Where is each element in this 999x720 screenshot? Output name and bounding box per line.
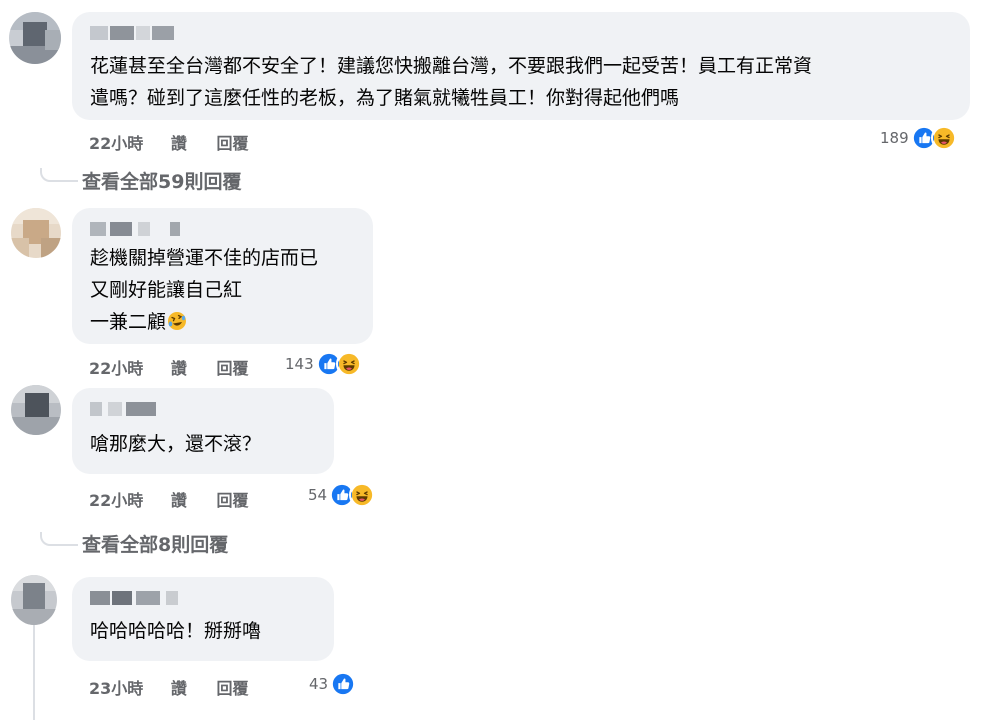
comment-actions: 22小時 讚 回覆 — [89, 355, 248, 379]
comment-bubble: 趁機關掉營運不佳的店而已 又剛好能讓自己紅 一兼二顧 — [72, 208, 373, 344]
comment-text: 哈哈哈哈哈！掰掰嚕 — [90, 620, 262, 642]
like-button[interactable]: 讚 — [171, 130, 187, 154]
reaction-summary[interactable]: 143 — [285, 351, 362, 377]
reply-connector — [40, 168, 78, 182]
comment-text: 花蓮甚至全台灣都不安全了！建議您快搬離台灣，不要跟我們一起受苦！員工有正常資 遣… — [90, 55, 813, 109]
view-replies-link[interactable]: 查看全部59則回覆 — [82, 167, 241, 194]
haha-icon — [335, 351, 362, 377]
like-button[interactable]: 讚 — [171, 355, 187, 379]
blurred-author-name — [90, 402, 160, 416]
avatar[interactable] — [11, 575, 57, 625]
avatar[interactable] — [9, 12, 61, 64]
blurred-author-name — [90, 222, 180, 236]
comment-timestamp[interactable]: 22小時 — [89, 130, 143, 154]
blurred-author-name — [90, 591, 182, 605]
haha-icon — [349, 482, 376, 508]
comment-timestamp[interactable]: 23小時 — [89, 675, 143, 699]
reaction-summary[interactable]: 189 — [880, 125, 957, 151]
reply-button[interactable]: 回覆 — [216, 355, 248, 379]
reaction-count: 54 — [308, 486, 328, 504]
comment-text-content: 趁機關掉營運不佳的店而已 又剛好能讓自己紅 一兼二顧 — [90, 247, 319, 333]
comment-actions: 22小時 讚 回覆 — [89, 487, 248, 511]
reaction-count: 189 — [880, 129, 909, 147]
reaction-summary[interactable]: 43 — [309, 671, 357, 697]
comment-actions: 23小時 讚 回覆 — [89, 675, 248, 699]
reaction-count: 143 — [285, 355, 314, 373]
comment-bubble: 嗆那麼大，還不滾？ — [72, 388, 334, 474]
comment-bubble: 花蓮甚至全台灣都不安全了！建議您快搬離台灣，不要跟我們一起受苦！員工有正常資 遣… — [72, 12, 970, 120]
like-button[interactable]: 讚 — [171, 675, 187, 699]
rolling-laugh-emoji-icon — [167, 311, 187, 331]
comment-timestamp[interactable]: 22小時 — [89, 487, 143, 511]
avatar[interactable] — [11, 385, 61, 435]
reply-button[interactable]: 回覆 — [216, 130, 248, 154]
comment-text: 嗆那麼大，還不滾？ — [90, 433, 262, 455]
comments-section: 花蓮甚至全台灣都不安全了！建議您快搬離台灣，不要跟我們一起受苦！員工有正常資 遣… — [0, 0, 999, 720]
reply-connector — [40, 532, 78, 546]
avatar[interactable] — [11, 208, 61, 258]
like-button[interactable]: 讚 — [171, 487, 187, 511]
like-icon — [330, 671, 357, 697]
comment-timestamp[interactable]: 22小時 — [89, 355, 143, 379]
reaction-count: 43 — [309, 675, 329, 693]
view-replies-link[interactable]: 查看全部8則回覆 — [82, 530, 228, 557]
haha-icon — [930, 125, 957, 151]
reply-button[interactable]: 回覆 — [216, 675, 248, 699]
comment-bubble: 哈哈哈哈哈！掰掰嚕 — [72, 577, 334, 661]
comment-actions: 22小時 讚 回覆 — [89, 130, 248, 154]
blurred-author-name — [90, 26, 186, 40]
reply-button[interactable]: 回覆 — [216, 487, 248, 511]
comment-text: 趁機關掉營運不佳的店而已 又剛好能讓自己紅 一兼二顧 — [90, 242, 318, 338]
reaction-summary[interactable]: 54 — [308, 482, 376, 508]
